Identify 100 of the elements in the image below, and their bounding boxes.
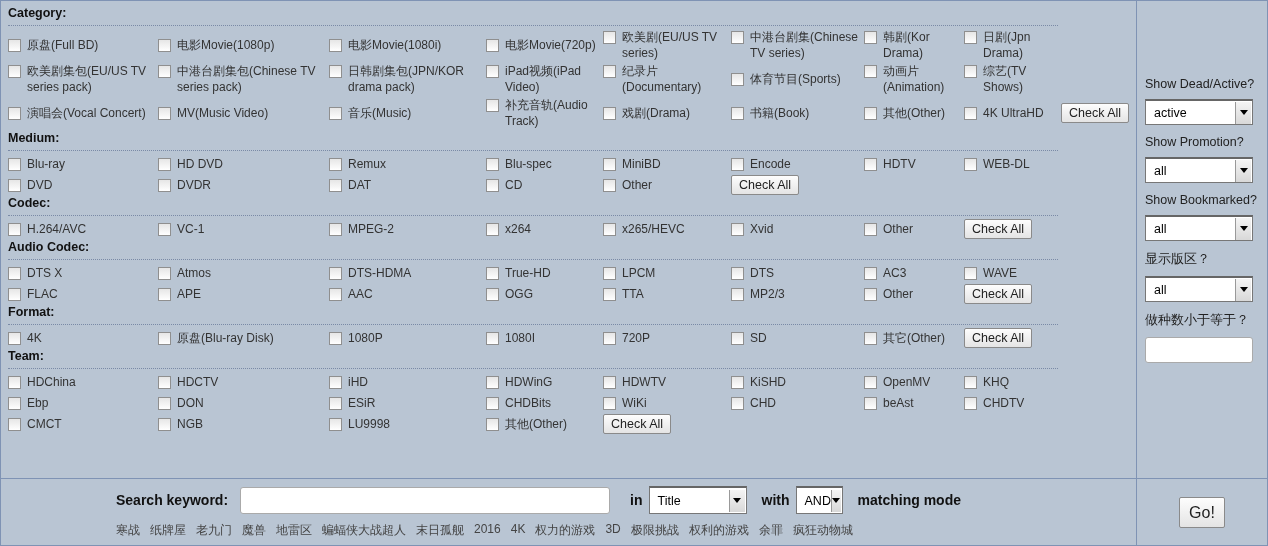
checkbox[interactable] [8,39,21,52]
checkbox[interactable] [8,417,21,431]
checkbox[interactable] [603,31,616,44]
checkbox-label[interactable]: Atmos [177,264,327,281]
checkbox-label[interactable]: OGG [505,285,601,302]
checkbox[interactable] [486,157,499,171]
checkbox-label[interactable]: Blu-spec [505,155,601,172]
checkbox[interactable] [8,287,21,301]
checkbox-label[interactable]: 演唱会(Vocal Concert) [27,105,156,121]
checkbox[interactable] [329,65,342,78]
checkbox[interactable] [864,157,877,171]
checkbox-label[interactable]: Encode [750,155,862,172]
checkbox-label[interactable]: beAst [883,394,962,411]
checkbox[interactable] [8,375,21,389]
check-all-button[interactable]: Check All [603,413,672,434]
checkbox-label[interactable]: MP2/3 [750,285,862,302]
checkbox[interactable] [731,396,744,410]
checkbox-label[interactable]: MV(Music Video) [177,105,327,121]
hot-keyword-link[interactable]: 寒战 [116,522,140,539]
checkbox-label[interactable]: HDWinG [505,373,601,390]
checkbox[interactable] [158,107,171,120]
checkbox[interactable] [486,396,499,410]
checkbox-label[interactable]: 其它(Other) [883,329,962,346]
checkbox-label[interactable]: FLAC [27,285,156,302]
checkbox[interactable] [158,178,171,192]
hot-keyword-link[interactable]: 老九门 [196,522,232,539]
checkbox[interactable] [731,157,744,171]
checkbox[interactable] [731,107,744,120]
checkbox[interactable] [603,178,616,192]
checkbox-label[interactable]: 中港台剧集(Chinese TV series) [750,29,862,61]
checkbox[interactable] [158,375,171,389]
checkbox-label[interactable]: 中港台剧集包(Chinese TV series pack) [177,63,327,95]
checkbox[interactable] [329,157,342,171]
checkbox[interactable] [8,157,21,171]
checkbox[interactable] [329,287,342,301]
checkbox-label[interactable]: 日剧(Jpn Drama) [983,29,1059,61]
hot-keyword-link[interactable]: 末日孤舰 [416,522,464,539]
checkbox[interactable] [864,222,877,236]
checkbox-label[interactable]: Remux [348,155,484,172]
filter-dropdown[interactable]: active [1145,99,1253,125]
checkbox-label[interactable]: OpenMV [883,373,962,390]
checkbox-label[interactable]: 其他(Other) [883,105,962,121]
checkbox[interactable] [731,331,744,345]
checkbox[interactable] [8,396,21,410]
checkbox-label[interactable]: Ebp [27,394,156,411]
checkbox-label[interactable]: HDWTV [622,373,729,390]
checkbox-label[interactable]: 韩剧(Kor Drama) [883,29,962,61]
checkbox[interactable] [158,39,171,52]
checkbox-label[interactable]: MPEG-2 [348,220,484,237]
checkbox-label[interactable]: LU9998 [348,415,484,432]
checkbox[interactable] [964,107,977,120]
checkbox[interactable] [864,331,877,345]
filter-dropdown[interactable]: all [1145,276,1253,302]
checkbox-label[interactable]: SD [750,329,862,346]
checkbox-label[interactable]: DVD [27,176,156,193]
checkbox[interactable] [864,65,877,78]
checkbox-label[interactable]: iHD [348,373,484,390]
go-button[interactable]: Go! [1179,497,1225,528]
checkbox-label[interactable]: CHDBits [505,394,601,411]
checkbox[interactable] [864,396,877,410]
checkbox-label[interactable]: 其他(Other) [505,415,601,432]
checkbox[interactable] [486,99,499,112]
hot-keyword-link[interactable]: 4K [510,522,526,539]
checkbox-label[interactable]: HD DVD [177,155,327,172]
hot-keyword-link[interactable]: 极限挑战 [630,522,679,539]
checkbox-label[interactable]: DVDR [177,176,327,193]
checkbox-label[interactable]: HDTV [883,155,962,172]
checkbox-label[interactable]: WEB-DL [983,155,1059,172]
filter-dropdown[interactable]: all [1145,157,1253,183]
checkbox[interactable] [864,375,877,389]
checkbox-label[interactable]: 4K [27,329,156,346]
checkbox-label[interactable]: CD [505,176,601,193]
hot-keyword-link[interactable]: 3D [605,522,621,539]
checkbox-label[interactable]: 原盘(Blu-ray Disk) [177,329,327,346]
checkbox-label[interactable]: DTS [750,264,862,281]
checkbox-label[interactable]: DTS X [27,264,156,281]
check-all-button[interactable]: Check All [1061,103,1130,123]
checkbox-label[interactable]: True-HD [505,264,601,281]
checkbox[interactable] [964,375,977,389]
checkbox-label[interactable]: 欧美剧(EU/US TV series) [622,29,729,61]
filter-dropdown[interactable]: all [1145,215,1253,241]
checkbox-label[interactable]: DAT [348,176,484,193]
hot-keyword-link[interactable]: 蝙蝠侠大战超人 [322,522,406,539]
checkbox-label[interactable]: 综艺(TV Shows) [983,63,1059,95]
checkbox[interactable] [603,396,616,410]
checkbox-label[interactable]: 戏剧(Drama) [622,105,729,121]
checkbox-label[interactable]: DON [177,394,327,411]
checkbox-label[interactable]: 体育节目(Sports) [750,71,862,87]
checkbox-label[interactable]: VC-1 [177,220,327,237]
checkbox[interactable] [158,266,171,280]
checkbox[interactable] [329,396,342,410]
check-all-button[interactable]: Check All [964,327,1033,348]
checkbox[interactable] [964,65,977,78]
checkbox-label[interactable]: DTS-HDMA [348,264,484,281]
check-all-button[interactable]: Check All [964,283,1033,304]
checkbox-label[interactable]: x265/HEVC [622,220,729,237]
checkbox[interactable] [8,65,21,78]
checkbox[interactable] [603,375,616,389]
checkbox-label[interactable]: Blu-ray [27,155,156,172]
checkbox[interactable] [8,222,21,236]
